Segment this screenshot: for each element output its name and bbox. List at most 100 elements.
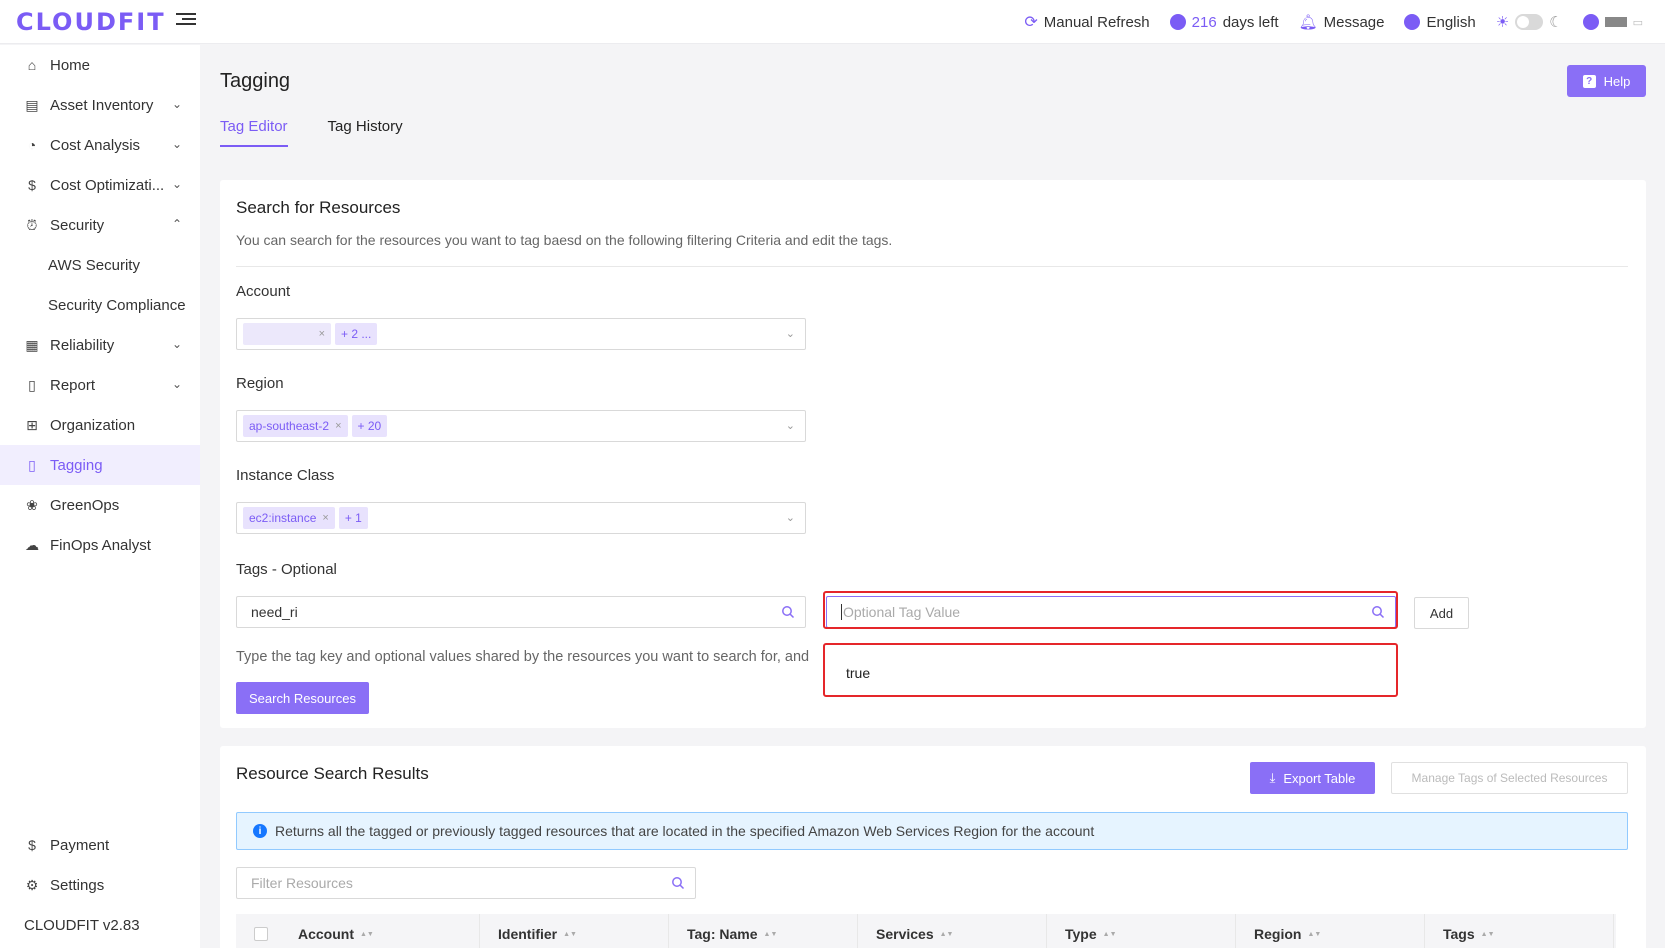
column-region[interactable]: Region ▲▼ — [1236, 914, 1425, 948]
sidebar-item-payment[interactable]: $ Payment — [0, 825, 200, 865]
brand-logo: CLOUDFIT — [16, 8, 166, 36]
sidebar-item-greenops[interactable]: ❀ GreenOps — [0, 485, 200, 525]
sidebar-item-cost-optimization[interactable]: $ Cost Optimizati... ⌄ — [0, 165, 200, 205]
tab-tag-history[interactable]: Tag History — [328, 118, 403, 147]
inventory-icon: ▤ — [25, 96, 39, 113]
instance-class-select[interactable]: ec2:instance × + 1 ⌄ — [236, 502, 806, 534]
column-label: Tags — [1443, 926, 1475, 942]
sort-icon[interactable]: ▲▼ — [360, 931, 374, 938]
tag-key-input[interactable]: need_ri — [236, 596, 806, 628]
chevron-down-icon: ⌄ — [785, 328, 795, 340]
manual-refresh-button[interactable]: ⟳ Manual Refresh — [1024, 12, 1149, 32]
account-select[interactable]: × + 2 ... ⌄ — [236, 318, 806, 350]
download-icon: ⤓ — [1269, 770, 1276, 785]
days-left-indicator[interactable]: 216 days left — [1169, 13, 1279, 31]
bookmark-icon: ▯ — [28, 456, 36, 473]
region-label: Region — [236, 375, 284, 392]
page-title: Tagging — [220, 70, 291, 92]
close-icon[interactable]: × — [319, 328, 325, 340]
help-label: Help — [1603, 73, 1631, 89]
message-button[interactable]: 🔔︎ Message — [1299, 13, 1385, 32]
document-icon: ▯ — [28, 376, 36, 393]
region-chip[interactable]: ap-southeast-2 × — [243, 415, 348, 437]
sort-icon[interactable]: ▲▼ — [563, 931, 577, 938]
sidebar-item-security[interactable]: ⏰︎ Security ⌃ — [0, 205, 200, 245]
search-resources-button[interactable]: Search Resources — [236, 682, 369, 714]
tags-optional-label: Tags - Optional — [236, 561, 337, 578]
sort-icon[interactable]: ▲▼ — [1481, 931, 1495, 938]
add-tag-button[interactable]: Add — [1414, 597, 1469, 629]
instance-class-chip-label: ec2:instance — [249, 511, 317, 525]
days-suffix: days left — [1222, 13, 1279, 31]
search-section-title: Search for Resources — [236, 198, 401, 217]
language-label: English — [1426, 13, 1476, 31]
export-table-button[interactable]: ⤓ Export Table — [1250, 762, 1375, 794]
sort-icon[interactable]: ▲▼ — [940, 931, 954, 938]
chevron-down-icon: ⌄ — [171, 177, 182, 191]
sort-icon[interactable]: ▲▼ — [1307, 931, 1321, 938]
sidebar-item-settings[interactable]: ⚙ Settings — [0, 865, 200, 905]
close-icon[interactable]: × — [322, 512, 328, 524]
chevron-down-icon: ⌄ — [171, 137, 182, 151]
tab-tag-editor[interactable]: Tag Editor — [220, 118, 288, 147]
chevron-up-icon: ⌃ — [171, 217, 182, 231]
language-selector[interactable]: English — [1404, 13, 1476, 31]
moon-icon: ☾ — [1549, 14, 1563, 31]
sidebar-item-home[interactable]: ⌂ Home — [0, 45, 200, 85]
column-label: Services — [876, 926, 934, 942]
close-icon[interactable]: × — [335, 420, 341, 432]
theme-switch[interactable]: ☀ ☾ — [1496, 13, 1563, 31]
column-type[interactable]: Type ▲▼ — [1047, 914, 1236, 948]
sidebar-item-asset-inventory[interactable]: ▤ Asset Inventory ⌄ — [0, 85, 200, 125]
sidebar-item-label: GreenOps — [50, 496, 120, 514]
menu-toggle-icon[interactable] — [176, 10, 196, 30]
sidebar-item-report[interactable]: ▯ Report ⌄ — [0, 365, 200, 405]
account-more-label: + 2 ... — [341, 327, 372, 341]
sidebar-item-security-compliance[interactable]: Security Compliance — [0, 285, 200, 325]
sort-icon[interactable]: ▲▼ — [1103, 931, 1117, 938]
info-text: Returns all the tagged or previously tag… — [275, 823, 1095, 839]
instance-class-chip[interactable]: ec2:instance × — [243, 507, 335, 529]
sidebar-item-label: Security — [50, 216, 105, 234]
question-icon: ? — [1582, 74, 1596, 88]
app-version: CLOUDFIT v2.83 — [24, 916, 140, 934]
tag-key-value: need_ri — [251, 604, 298, 620]
alarm-icon: ⏰︎ — [26, 216, 38, 233]
sidebar-item-reliability[interactable]: ▦ Reliability ⌄ — [0, 325, 200, 365]
column-identifier[interactable]: Identifier ▲▼ — [480, 914, 669, 948]
manage-tags-button[interactable]: Manage Tags of Selected Resources — [1391, 762, 1628, 794]
instance-class-more-label: + 1 — [344, 511, 362, 525]
theme-toggle[interactable] — [1515, 14, 1544, 30]
column-tag-name[interactable]: Tag: Name ▲▼ — [669, 914, 858, 948]
select-all-checkbox[interactable] — [254, 927, 268, 941]
sidebar-item-organization[interactable]: ⊞ Organization — [0, 405, 200, 445]
user-avatar-icon — [1582, 14, 1599, 30]
user-menu[interactable]: ▭ — [1582, 14, 1643, 30]
sidebar: ⌂ Home ▤ Asset Inventory ⌄ ◔ Cost Analysis ⌄ … — [0, 45, 200, 948]
highlight-box-dropdown — [823, 643, 1398, 697]
sidebar-item-tagging[interactable]: ▯ Tagging — [0, 445, 200, 485]
sidebar-item-aws-security[interactable]: AWS Security — [0, 245, 200, 285]
tab-bar: Tag Editor Tag History — [220, 118, 403, 147]
sidebar-item-cost-analysis[interactable]: ◔ Cost Analysis ⌄ — [0, 125, 200, 165]
help-button[interactable]: ? Help — [1567, 65, 1646, 97]
account-chip[interactable]: × — [243, 323, 331, 345]
results-table-header: Account ▲▼ Identifier ▲▼ Tag: Name ▲▼ Servi… — [236, 914, 1616, 948]
filter-resources-input[interactable]: Filter Resources — [236, 867, 696, 899]
sun-icon: ☀ — [1495, 14, 1510, 31]
sidebar-item-label: Home — [50, 56, 91, 74]
sidebar-item-label: Cost Optimizati... — [50, 176, 165, 194]
column-services[interactable]: Services ▲▼ — [858, 914, 1047, 948]
column-account[interactable]: Account ▲▼ — [236, 914, 480, 948]
sidebar-item-label: Payment — [50, 836, 110, 854]
sidebar-item-finops-analyst[interactable]: ☁ FinOps Analyst — [0, 525, 200, 565]
instance-class-more-chip: + 1 — [338, 507, 368, 529]
search-icon — [782, 606, 795, 619]
sidebar-item-label: Security Compliance — [48, 296, 186, 314]
caret-icon: ▭ — [1632, 16, 1643, 29]
region-select[interactable]: ap-southeast-2 × + 20 ⌄ — [236, 410, 806, 442]
results-title: Resource Search Results — [236, 764, 429, 783]
sidebar-item-label: Settings — [50, 876, 105, 894]
column-tags[interactable]: Tags ▲▼ — [1425, 914, 1614, 948]
sort-icon[interactable]: ▲▼ — [764, 931, 778, 938]
